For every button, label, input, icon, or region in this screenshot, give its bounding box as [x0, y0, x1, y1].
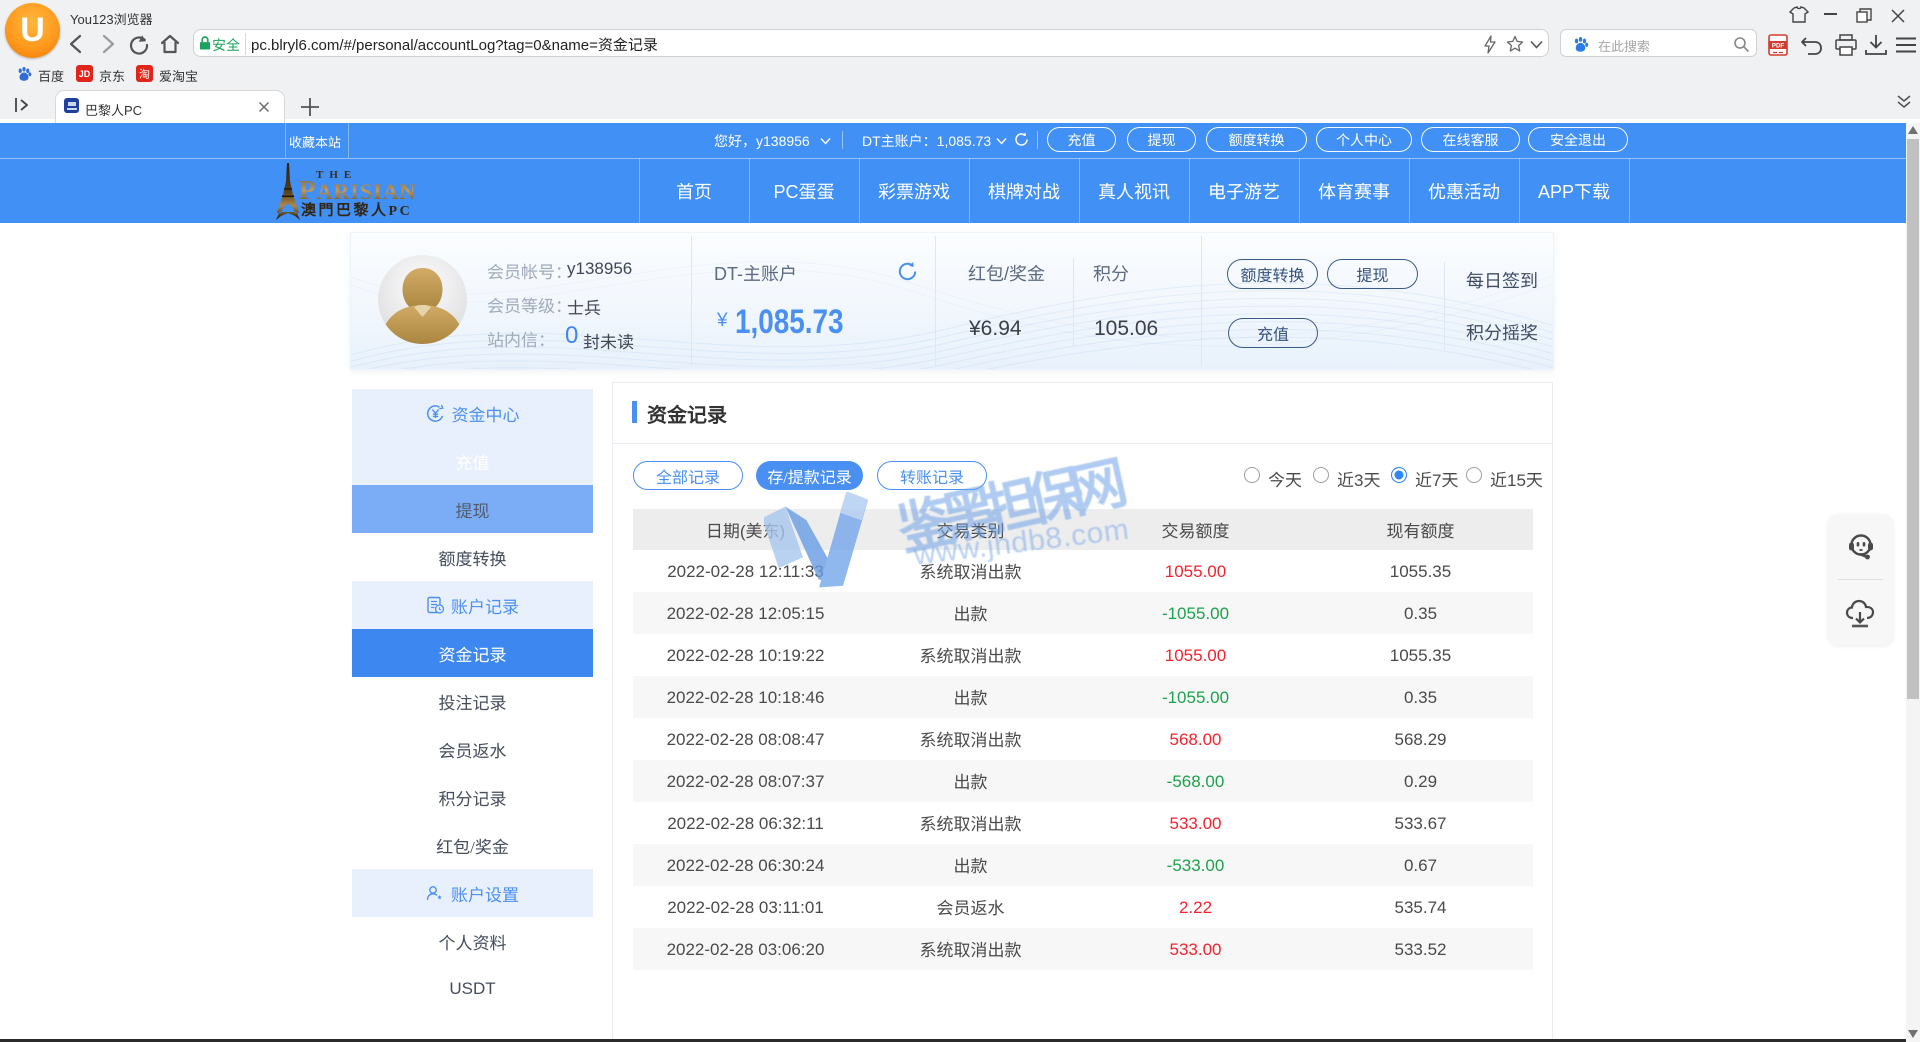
svg-text:PDF: PDF: [1772, 43, 1785, 50]
